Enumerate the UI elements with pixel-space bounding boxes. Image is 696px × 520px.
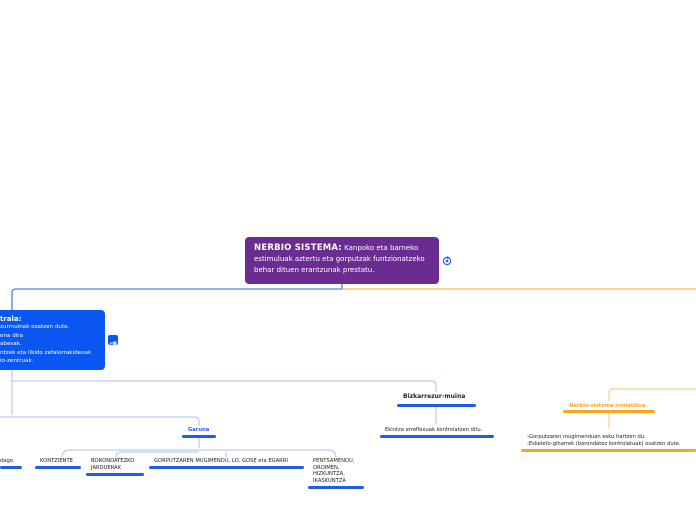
bizkarrezur-underline bbox=[397, 404, 476, 407]
ekintza-underline bbox=[380, 435, 494, 438]
topic-nerbio-sistema-zentrala[interactable]: trala: zurmuinak osatzen dute. ena dira … bbox=[0, 310, 105, 370]
central-line-2: ena dira bbox=[0, 332, 24, 339]
topic-somatikoa-description[interactable]: -Gorputzaren mugimenduan esku hartzen du… bbox=[527, 434, 681, 447]
somatikoa-underline bbox=[563, 410, 655, 413]
child-cut-underline bbox=[0, 466, 22, 469]
external-link-icon[interactable] bbox=[108, 335, 118, 348]
borondatezko-underline bbox=[86, 473, 144, 476]
topic-kontziente[interactable]: KONTZIENTE bbox=[40, 458, 73, 465]
topic-pentsamendu[interactable]: PENTSAMENDU, OROIMEN, HIZKUNTZA, IKASKUN… bbox=[313, 458, 361, 484]
somatikoa-line-2: -Eskeleto-giharrek (borondatez kontrolat… bbox=[527, 440, 681, 447]
root-text-line3: behar dituen erantzunak prestatu. bbox=[254, 266, 375, 274]
root-text-line1: Kanpoko eta barneko bbox=[344, 244, 419, 252]
kontziente-underline bbox=[35, 466, 81, 469]
topic-bizkarrezur-muina[interactable]: Bizkarrezur-muina bbox=[403, 393, 465, 401]
central-line-4: ntzek eta likido zefalorrakideoak bbox=[0, 349, 92, 356]
garuna-underline bbox=[182, 435, 216, 438]
central-line-1: zurmuinak osatzen dute. bbox=[0, 324, 70, 331]
topic-gorputzaren-mugimendu[interactable]: GORPUTZAREN MUGIMENDU, LO, GOSE eta EGAR… bbox=[154, 458, 288, 465]
central-line-5: io-zentruak. bbox=[0, 358, 34, 365]
topic-nerbio-sistema-somatikoa[interactable]: Nerbio-sistema somatikoa bbox=[569, 403, 645, 410]
somatikoa-description-underline bbox=[521, 449, 696, 452]
somatikoa-line-1: -Gorputzaren mugimenduan esku hartzen du… bbox=[527, 434, 646, 440]
root-text-line2: estimuluak aztertu eta gorputzak funtzio… bbox=[254, 255, 425, 263]
central-title: trala: bbox=[0, 315, 22, 323]
central-line-3: abesak. bbox=[0, 341, 22, 348]
topic-ekintza-erreflexuak[interactable]: Ekintza erreflexuak kontrolatzen ditu. bbox=[385, 427, 482, 434]
root-title: NERBIO SISTEMA: bbox=[254, 243, 342, 253]
link-icon[interactable] bbox=[442, 256, 452, 266]
root-topic-nerbio-sistema[interactable]: NERBIO SISTEMA: Kanpoko eta barneko esti… bbox=[245, 237, 452, 284]
topic-borondatezko-jarduerak[interactable]: BORONDATEZKO JARDUERAK bbox=[91, 458, 143, 471]
gorputzaren-underline bbox=[149, 466, 304, 469]
pentsamendu-underline bbox=[308, 486, 364, 489]
topic-garuna[interactable]: Garuna bbox=[188, 427, 209, 434]
topic-garuna-child-cut[interactable]: dago. bbox=[0, 458, 15, 465]
